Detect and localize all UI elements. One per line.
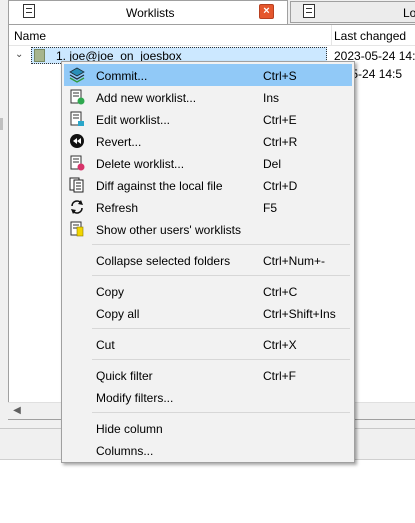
worklist-icon <box>23 4 35 18</box>
menu-item-shortcut: Ctrl+E <box>263 113 297 127</box>
menu-item-add-new-worklist[interactable]: Add new worklist... Ins <box>64 86 352 108</box>
workspace-icon <box>34 49 45 62</box>
menu-item-label: Collapse selected folders <box>96 254 231 268</box>
commit-icon <box>69 67 85 83</box>
menu-item-shortcut: Del <box>263 157 282 171</box>
tab-strip: Worklists × Lo <box>0 0 415 24</box>
menu-item-label: Add new worklist... <box>96 91 197 105</box>
diff-icon <box>69 177 84 193</box>
menu-item-label: Columns... <box>96 444 154 458</box>
menu-item-quick-filter[interactable]: Quick filter Ctrl+F <box>64 364 352 386</box>
menu-item-revert[interactable]: Revert... Ctrl+R <box>64 130 352 152</box>
menu-item-columns[interactable]: Columns... <box>64 439 352 461</box>
left-gutter <box>0 24 8 420</box>
tab-other[interactable]: Lo <box>290 1 415 23</box>
menu-item-commit[interactable]: Commit... Ctrl+S <box>64 64 352 86</box>
menu-item-label: Commit... <box>96 69 148 83</box>
menu-item-label: Refresh <box>96 201 139 215</box>
menu-separator <box>92 244 350 245</box>
menu-item-shortcut: Ctrl+S <box>263 69 297 83</box>
chevron-down-icon[interactable]: ⌄ <box>15 49 23 60</box>
menu-item-shortcut: Ctrl+R <box>263 135 298 149</box>
other-users-icon <box>70 221 84 237</box>
add-worklist-icon <box>70 89 85 105</box>
menu-item-shortcut: Ctrl+F <box>263 369 296 383</box>
menu-item-shortcut: Ins <box>263 91 280 105</box>
menu-item-label: Modify filters... <box>96 391 174 405</box>
refresh-icon <box>71 200 83 214</box>
menu-item-label: Delete worklist... <box>96 157 185 171</box>
menu-item-copy-all[interactable]: Copy all Ctrl+Shift+Ins <box>64 302 352 324</box>
menu-item-label: Edit worklist... <box>96 113 171 127</box>
menu-item-label: Copy all <box>96 307 140 321</box>
menu-item-hide-column[interactable]: Hide column <box>64 417 352 439</box>
menu-item-shortcut: Ctrl+C <box>263 285 298 299</box>
worklist-icon <box>303 4 315 18</box>
menu-item-label: Copy <box>96 285 125 299</box>
revert-icon <box>70 134 84 148</box>
menu-separator <box>92 412 350 413</box>
menu-separator <box>92 359 350 360</box>
menu-item-refresh[interactable]: Refresh F5 <box>64 196 352 218</box>
context-menu: Commit... Ctrl+S Add new worklist... Ins… <box>61 61 355 463</box>
menu-item-delete-worklist[interactable]: Delete worklist... Del <box>64 152 352 174</box>
menu-separator <box>92 328 350 329</box>
menu-item-shortcut: Ctrl+D <box>263 179 298 193</box>
menu-item-modify-filters[interactable]: Modify filters... <box>64 386 352 408</box>
tab-worklists[interactable]: Worklists × <box>8 0 288 24</box>
menu-item-label: Revert... <box>96 135 142 149</box>
menu-item-label: Cut <box>96 338 115 352</box>
tab-label: Lo <box>403 6 415 20</box>
menu-item-show-other-users-worklists[interactable]: Show other users' worklists <box>64 218 352 240</box>
menu-item-copy[interactable]: Copy Ctrl+C <box>64 280 352 302</box>
scroll-left-icon[interactable]: ◀ <box>10 404 24 418</box>
column-header-last-changed[interactable]: Last changed <box>334 29 406 43</box>
menu-item-shortcut: Ctrl+X <box>263 338 297 352</box>
menu-item-shortcut: Ctrl+Shift+Ins <box>263 307 336 321</box>
menu-item-diff[interactable]: Diff against the local file Ctrl+D <box>64 174 352 196</box>
menu-item-edit-worklist[interactable]: Edit worklist... Ctrl+E <box>64 108 352 130</box>
menu-item-cut[interactable]: Cut Ctrl+X <box>64 333 352 355</box>
menu-item-shortcut: F5 <box>263 201 278 215</box>
tab-label: Worklists <box>126 6 175 20</box>
column-header: Name Last changed <box>9 25 415 46</box>
menu-item-shortcut: Ctrl+Num+- <box>263 254 326 268</box>
menu-separator <box>92 275 350 276</box>
menu-item-label: Diff against the local file <box>96 179 223 193</box>
menu-item-collapse-selected-folders[interactable]: Collapse selected folders Ctrl+Num+- <box>64 249 352 271</box>
edit-worklist-icon <box>70 111 84 126</box>
menu-item-label: Hide column <box>96 422 163 436</box>
column-header-name[interactable]: Name <box>14 29 46 43</box>
column-divider[interactable] <box>331 25 332 45</box>
menu-item-label: Quick filter <box>96 369 153 383</box>
close-icon[interactable]: × <box>259 4 274 19</box>
delete-worklist-icon <box>70 155 85 171</box>
menu-item-label: Show other users' worklists <box>96 223 242 237</box>
splitter-handle[interactable] <box>0 118 3 130</box>
